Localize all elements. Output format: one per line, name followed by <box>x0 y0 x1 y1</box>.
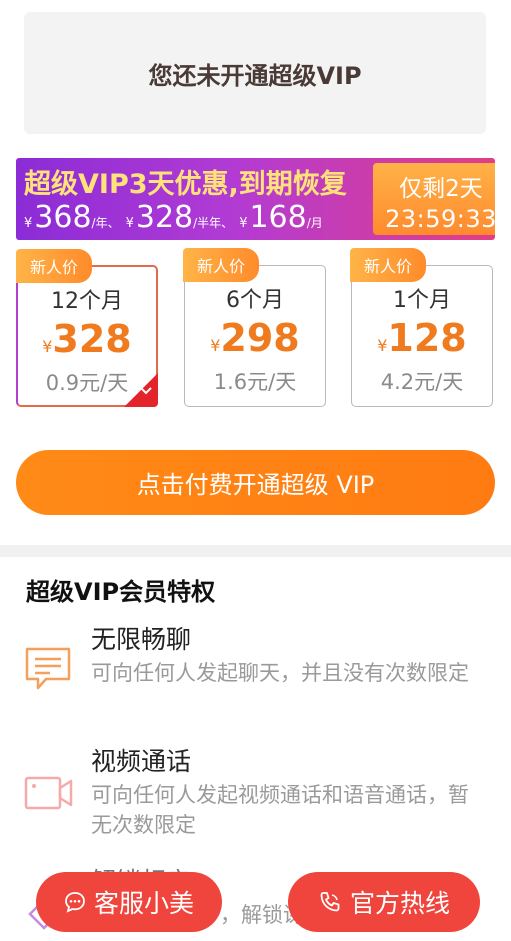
section-divider <box>0 545 511 557</box>
pay-vip-button[interactable]: 点击付费开通超级 VIP <box>16 450 495 515</box>
plan-card-12-months[interactable]: 新人价 12个月 ¥328 0.9元/天 <box>16 249 158 407</box>
promo-price-unit: /半年、 <box>193 216 234 230</box>
plan-price-yen: ¥ <box>377 336 388 355</box>
phone-icon <box>318 890 342 914</box>
plan-price: ¥328 <box>18 317 156 361</box>
plan-card-6-months[interactable]: 新人价 6个月 ¥298 1.6元/天 <box>183 248 326 407</box>
plan-duration: 12个月 <box>51 289 123 314</box>
privilege-title: 无限畅聊 <box>91 625 192 654</box>
promo-price-unit: /年、 <box>91 216 120 230</box>
promo-price-yen: ¥ <box>125 216 134 231</box>
plan-duration: 1个月 <box>393 288 451 313</box>
privilege-desc: 可向任何人发起视频通话和语音通话，暂无次数限定 <box>91 783 469 837</box>
promo-title: 超级VIP3天优惠,到期恢复 <box>24 169 347 200</box>
privileges-title: 超级VIP会员特权 <box>26 578 216 606</box>
promo-banner[interactable]: 超级VIP3天优惠,到期恢复 ¥ 368 /年、 ¥ 328 /半年、 ¥ 16… <box>16 158 495 240</box>
chat-icon <box>24 646 72 690</box>
customer-service-label: 客服小美 <box>93 889 194 918</box>
promo-price-month: 168 <box>249 200 307 235</box>
plan-duration: 6个月 <box>226 288 284 313</box>
plan-price-amount: 328 <box>52 317 132 361</box>
customer-service-button[interactable]: 客服小美 <box>36 872 222 932</box>
chevron-down-icon <box>140 383 152 399</box>
promo-prices: ¥ 368 /年、 ¥ 328 /半年、 ¥ 168 /月 <box>24 200 329 235</box>
official-hotline-label: 官方热线 <box>349 889 450 918</box>
vip-status-text: 您还未开通超级VIP <box>148 61 362 90</box>
plan-per-day: 1.6元/天 <box>213 370 297 394</box>
promo-countdown-box: 仅剩2天 23:59:33 <box>373 163 495 235</box>
chat-bubble-icon <box>64 891 86 913</box>
new-user-price-badge: 新人价 <box>350 248 426 282</box>
privilege-title: 视频通话 <box>91 747 192 776</box>
promo-price-year: 368 <box>34 200 92 235</box>
new-user-price-badge: 新人价 <box>16 249 92 283</box>
plan-price: ¥128 <box>352 316 492 360</box>
privilege-desc: 可向任何人发起聊天，并且没有次数限定 <box>91 661 469 685</box>
promo-countdown-timer: 23:59:33 <box>385 205 495 233</box>
plan-per-day: 4.2元/天 <box>380 370 464 394</box>
promo-price-yen: ¥ <box>24 216 33 231</box>
plan-price-amount: 128 <box>387 316 467 360</box>
promo-remaining-days: 仅剩2天 <box>399 176 483 202</box>
plan-price-yen: ¥ <box>42 337 53 356</box>
promo-price-yen: ¥ <box>239 216 248 231</box>
plan-price: ¥298 <box>185 316 325 360</box>
official-hotline-button[interactable]: 官方热线 <box>288 872 480 932</box>
video-call-icon <box>24 774 73 814</box>
plan-card-1-month[interactable]: 新人价 1个月 ¥128 4.2元/天 <box>350 248 493 407</box>
vip-status-card: 您还未开通超级VIP <box>24 12 486 134</box>
new-user-price-badge: 新人价 <box>183 248 259 282</box>
plan-price-yen: ¥ <box>210 336 221 355</box>
promo-price-half-year: 328 <box>135 200 194 235</box>
promo-price-unit: /月 <box>306 216 323 230</box>
plan-price-amount: 298 <box>220 316 300 360</box>
